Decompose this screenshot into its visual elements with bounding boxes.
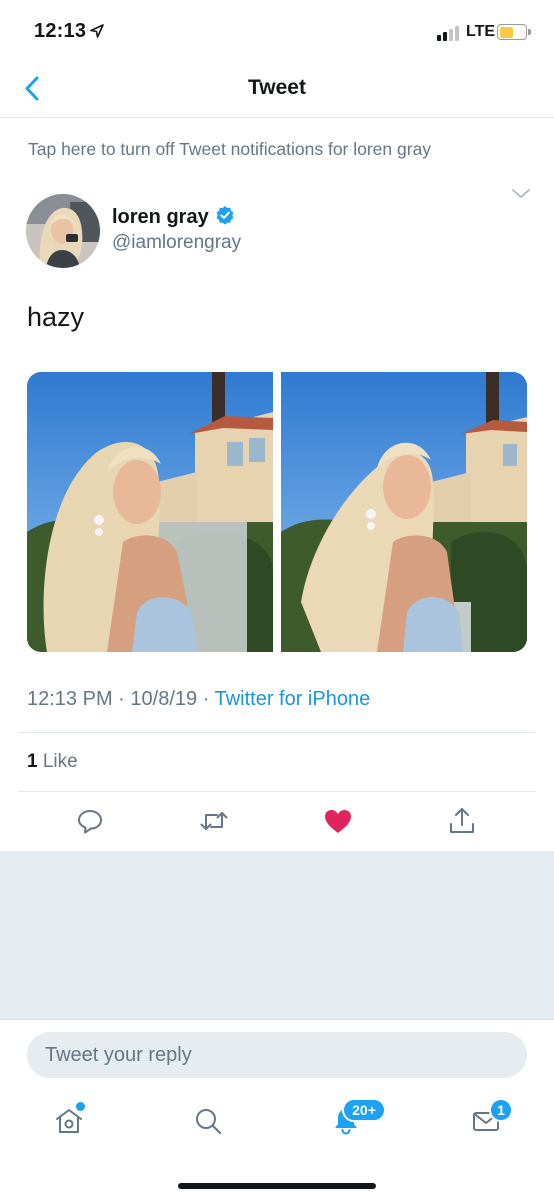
share-button[interactable] bbox=[446, 806, 478, 836]
search-icon bbox=[196, 1109, 222, 1135]
messages-badge: 1 bbox=[489, 1098, 513, 1122]
nav-bar: Tweet bbox=[0, 66, 554, 118]
location-arrow-icon bbox=[90, 24, 104, 43]
reply-icon bbox=[78, 810, 102, 834]
tweet-date: 10/8/19 bbox=[130, 688, 198, 710]
reply-bar bbox=[0, 1019, 554, 1089]
meta-separator: · bbox=[202, 688, 210, 710]
page-title: Tweet bbox=[248, 76, 306, 99]
tweet-options-button[interactable] bbox=[510, 185, 532, 203]
notifications-badge: 20+ bbox=[342, 1098, 386, 1122]
verified-badge-icon bbox=[215, 205, 235, 230]
reply-button[interactable] bbox=[74, 806, 106, 836]
tab-search[interactable] bbox=[188, 1101, 228, 1141]
cellular-signal-icon bbox=[437, 26, 459, 41]
heart-icon bbox=[325, 810, 351, 833]
tweet-time: 12:13 PM bbox=[27, 688, 113, 710]
reply-input[interactable] bbox=[27, 1032, 527, 1078]
share-icon bbox=[450, 808, 474, 833]
tweet-meta: 12:13 PM · 10/8/19 · Twitter for iPhone bbox=[27, 688, 370, 711]
status-bar: 12:13 LTE bbox=[0, 0, 554, 66]
author-handle[interactable]: @iamlorengray bbox=[112, 232, 241, 254]
network-type: LTE bbox=[466, 23, 496, 40]
author-name: loren gray bbox=[112, 206, 209, 228]
status-time: 12:13 bbox=[34, 20, 87, 42]
retweet-icon bbox=[200, 812, 228, 830]
author-name-row[interactable]: loren gray bbox=[112, 205, 235, 230]
avatar[interactable] bbox=[26, 194, 100, 268]
home-unread-dot bbox=[76, 1102, 85, 1111]
divider bbox=[18, 791, 536, 792]
tweet-source-link[interactable]: Twitter for iPhone bbox=[215, 688, 371, 710]
like-label: Like bbox=[42, 751, 78, 772]
empty-replies-area bbox=[0, 851, 554, 1019]
notification-banner[interactable]: Tap here to turn off Tweet notifications… bbox=[0, 119, 554, 179]
home-indicator bbox=[178, 1183, 376, 1189]
battery-icon bbox=[497, 24, 531, 40]
like-button[interactable] bbox=[322, 806, 354, 836]
tweet-photo-2[interactable] bbox=[281, 372, 527, 652]
retweet-button[interactable] bbox=[198, 806, 230, 836]
chevron-down-icon bbox=[512, 189, 530, 198]
divider bbox=[18, 732, 536, 733]
like-count: 1 bbox=[27, 751, 38, 772]
tweet-photo-1[interactable] bbox=[27, 372, 273, 652]
likes-row[interactable]: 1 Like bbox=[27, 751, 78, 773]
tweet-text: hazy bbox=[27, 302, 85, 332]
meta-separator: · bbox=[118, 688, 125, 710]
